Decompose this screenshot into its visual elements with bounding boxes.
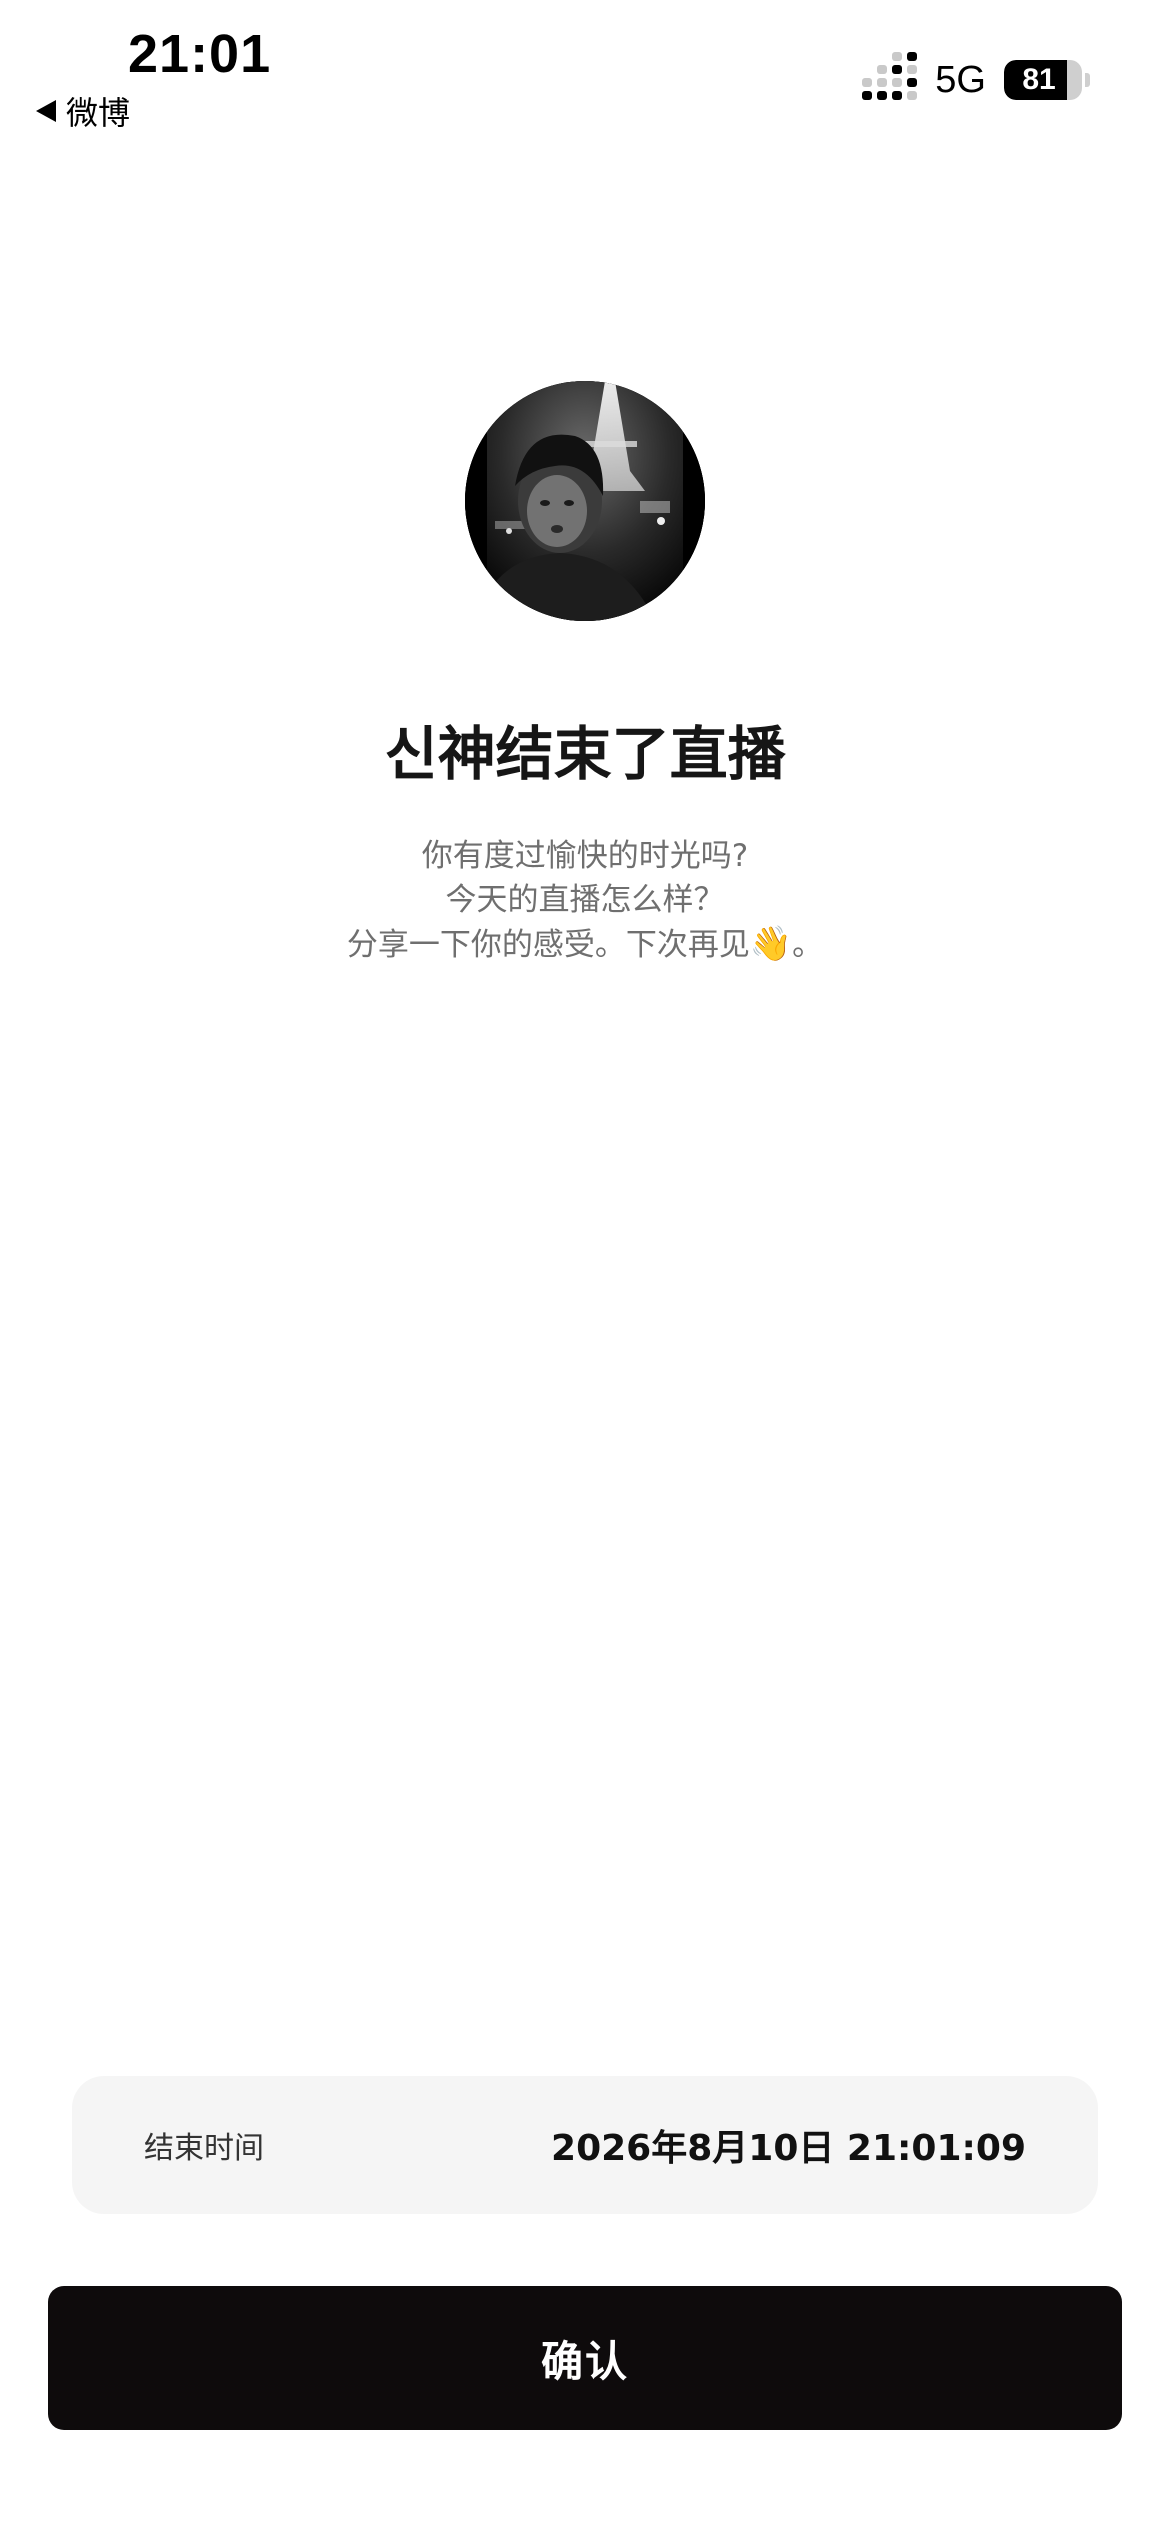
waving-hand-icon: 👋 bbox=[749, 924, 793, 964]
message-line-3: 分享一下你的感受。下次再见👋。 bbox=[0, 922, 1170, 967]
end-time-card: 结束时间 2026年8月10日 21:01:09 bbox=[72, 2076, 1098, 2214]
back-app-label: 微博 bbox=[66, 94, 131, 132]
message-line-2: 今天的直播怎么样？ bbox=[445, 882, 725, 918]
live-ended-message: 你有度过愉快的时光吗? 今天的直播怎么样？ 分享一下你的感受。下次再见👋。 bbox=[0, 834, 1170, 967]
live-ended-title: 신神结束了直播 bbox=[384, 720, 786, 788]
message-line-3-tail: 。 bbox=[792, 927, 824, 963]
streamer-avatar bbox=[465, 381, 705, 621]
battery-icon: 81 bbox=[1004, 60, 1090, 100]
status-indicators: 5G 81 bbox=[862, 52, 1090, 104]
back-to-app-link[interactable]: 微博 bbox=[36, 88, 130, 134]
message-line-3-text: 分享一下你的感受。下次再见 bbox=[346, 927, 750, 963]
confirm-button[interactable]: 确认 bbox=[48, 2286, 1122, 2430]
end-time-label: 结束时间 bbox=[144, 2131, 264, 2166]
back-arrow-icon bbox=[36, 100, 56, 122]
network-type: 5G bbox=[935, 58, 986, 101]
status-time: 21:01 bbox=[128, 24, 272, 84]
battery-percent: 81 bbox=[1022, 63, 1056, 96]
end-time-value: 2026年8月10日 21:01:09 bbox=[551, 2128, 1026, 2169]
message-line-1: 你有度过愉快的时光吗? bbox=[421, 838, 749, 874]
signal-icon bbox=[862, 52, 918, 100]
